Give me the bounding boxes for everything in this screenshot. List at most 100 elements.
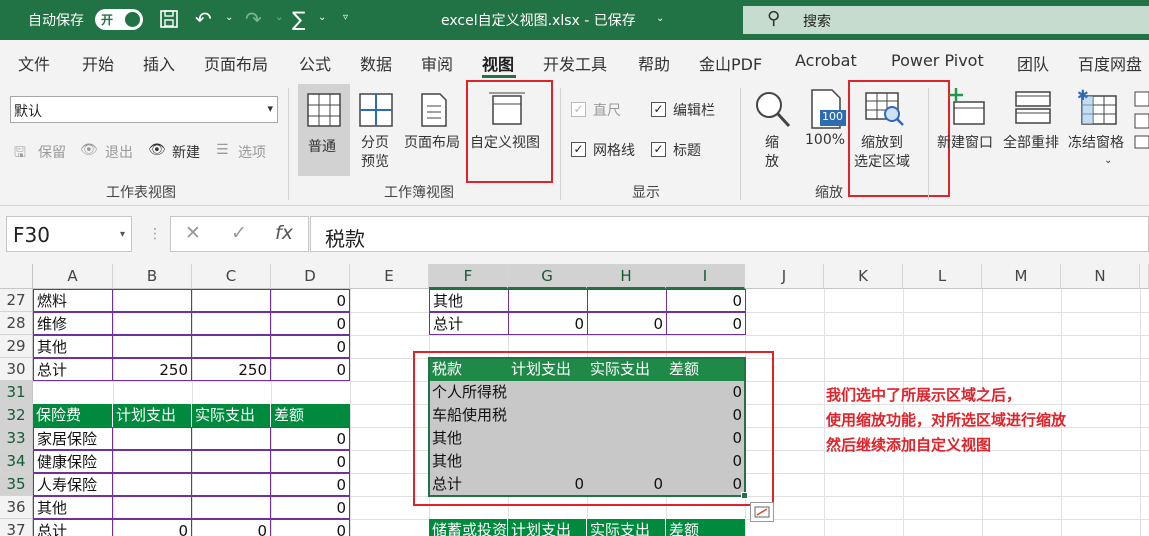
tab-file[interactable]: 文件 bbox=[18, 51, 50, 75]
cell-a27[interactable]: 燃料 bbox=[33, 289, 113, 312]
column-header-n[interactable]: N bbox=[1061, 264, 1140, 289]
zoom-label-2[interactable]: 放 bbox=[765, 151, 779, 171]
spreadsheet-grid[interactable]: A B C D E F G H I J K L M N 27 28 29 30 … bbox=[0, 264, 1149, 536]
cell-g37[interactable]: 计划支出 bbox=[508, 519, 587, 536]
cell-c34[interactable] bbox=[191, 450, 271, 473]
cell-b32[interactable]: 计划支出 bbox=[113, 404, 192, 427]
tab-data[interactable]: 数据 bbox=[360, 51, 392, 75]
undo-icon[interactable]: ↶ bbox=[195, 8, 212, 30]
row-header-29[interactable]: 29 bbox=[0, 335, 33, 358]
column-header-j[interactable]: J bbox=[745, 264, 824, 289]
page-layout-icon[interactable] bbox=[418, 92, 450, 128]
freeze-panes-dropdown-icon[interactable]: ⌄ bbox=[1104, 155, 1112, 166]
formula-bar-checkbox[interactable]: ✓ bbox=[651, 102, 666, 117]
keep-view-button[interactable]: 保留 bbox=[38, 142, 66, 162]
autosum-icon[interactable]: ∑ bbox=[292, 8, 305, 30]
exit-view-button[interactable]: 退出 bbox=[105, 142, 133, 162]
cell-h27[interactable] bbox=[587, 289, 667, 312]
row-header-30[interactable]: 30 bbox=[0, 358, 33, 381]
page-break-label-1[interactable]: 分页 bbox=[361, 132, 389, 152]
cell-d27[interactable]: 0 bbox=[270, 289, 350, 312]
tab-kingsoft-pdf[interactable]: 金山PDF bbox=[699, 51, 762, 75]
search-box[interactable]: ⚲ 搜索 bbox=[743, 6, 1149, 34]
cell-i28[interactable]: 0 bbox=[666, 312, 746, 335]
row-header-27[interactable]: 27 bbox=[0, 289, 33, 312]
cell-b33[interactable] bbox=[112, 427, 192, 450]
cell-b34[interactable] bbox=[112, 450, 192, 473]
cell-c27[interactable] bbox=[191, 289, 271, 312]
new-view-button[interactable]: 新建 bbox=[172, 142, 200, 162]
zoom-icon[interactable] bbox=[752, 88, 792, 132]
tab-view[interactable]: 视图 bbox=[482, 51, 514, 75]
cell-i37[interactable]: 差额 bbox=[666, 519, 745, 536]
tab-review[interactable]: 审阅 bbox=[421, 51, 453, 75]
cell-a33[interactable]: 家居保险 bbox=[33, 427, 113, 450]
redo-dropdown-icon[interactable]: ⌄ bbox=[275, 12, 283, 23]
zoom-100-button[interactable]: 100% bbox=[805, 132, 845, 148]
name-box[interactable]: F30 ▾ bbox=[6, 216, 132, 252]
column-header-l[interactable]: L bbox=[903, 264, 982, 289]
cell-d34[interactable]: 0 bbox=[270, 450, 350, 473]
cell-a34[interactable]: 健康保险 bbox=[33, 450, 113, 473]
page-break-label-2[interactable]: 预览 bbox=[361, 151, 389, 171]
cell-c28[interactable] bbox=[191, 312, 271, 335]
cell-c33[interactable] bbox=[191, 427, 271, 450]
window-more-icon[interactable] bbox=[1133, 90, 1149, 150]
view-options-button[interactable]: 选项 bbox=[238, 142, 266, 162]
cell-c35[interactable] bbox=[191, 473, 271, 496]
tab-page-layout[interactable]: 页面布局 bbox=[204, 51, 268, 75]
ruler-checkbox[interactable]: ✓ bbox=[571, 102, 586, 117]
normal-view-button[interactable]: 普通 bbox=[298, 84, 350, 176]
cell-b35[interactable] bbox=[112, 473, 192, 496]
redo-icon[interactable]: ↷ bbox=[245, 8, 262, 30]
formula-input[interactable]: 税款 bbox=[310, 216, 1149, 252]
row-header-33[interactable]: 33 bbox=[0, 427, 33, 450]
cell-f27[interactable]: 其他 bbox=[429, 289, 509, 312]
tab-home[interactable]: 开始 bbox=[82, 51, 114, 75]
cell-a29[interactable]: 其他 bbox=[33, 335, 113, 358]
column-header-o[interactable] bbox=[1140, 264, 1149, 289]
cell-a36[interactable]: 其他 bbox=[33, 496, 113, 519]
select-all-corner[interactable] bbox=[0, 264, 33, 289]
customize-toolbar-icon[interactable]: ▿ bbox=[343, 12, 348, 23]
cell-c36[interactable] bbox=[191, 496, 271, 519]
tab-power-pivot[interactable]: Power Pivot bbox=[891, 51, 984, 70]
cell-g28[interactable]: 0 bbox=[508, 312, 588, 335]
cell-f37[interactable]: 储蓄或投资 bbox=[429, 519, 508, 536]
column-header-e[interactable]: E bbox=[350, 264, 429, 289]
cell-b28[interactable] bbox=[112, 312, 192, 335]
cell-a35[interactable]: 人寿保险 bbox=[33, 473, 113, 496]
cell-b27[interactable] bbox=[112, 289, 192, 312]
cell-c29[interactable] bbox=[191, 335, 271, 358]
column-header-c[interactable]: C bbox=[192, 264, 271, 289]
new-window-icon[interactable] bbox=[948, 88, 988, 128]
cell-d32[interactable]: 差额 bbox=[271, 404, 350, 427]
cell-b30[interactable]: 250 bbox=[112, 358, 192, 381]
arrange-all-icon[interactable] bbox=[1014, 90, 1052, 126]
sheet-view-dropdown[interactable]: 默认 ▾ bbox=[10, 96, 278, 123]
gridlines-checkbox[interactable]: ✓ bbox=[571, 142, 586, 157]
cell-c30[interactable]: 250 bbox=[191, 358, 271, 381]
row-header-32[interactable]: 32 bbox=[0, 404, 33, 427]
cell-b37[interactable]: 0 bbox=[112, 519, 192, 536]
insert-function-icon[interactable]: fx bbox=[275, 222, 293, 244]
tab-acrobat[interactable]: Acrobat bbox=[795, 51, 857, 70]
cell-d36[interactable]: 0 bbox=[270, 496, 350, 519]
row-header-37[interactable]: 37 bbox=[0, 519, 33, 536]
cell-a32[interactable]: 保险费 bbox=[33, 404, 113, 427]
cell-d33[interactable]: 0 bbox=[270, 427, 350, 450]
formula-bar-resize-icon[interactable]: ⋮ bbox=[148, 226, 162, 242]
column-header-d[interactable]: D bbox=[271, 264, 350, 289]
arrange-all-button[interactable]: 全部重排 bbox=[1003, 132, 1059, 152]
tab-developer[interactable]: 开发工具 bbox=[543, 51, 607, 75]
new-window-button[interactable]: 新建窗口 bbox=[937, 132, 993, 152]
page-layout-button[interactable]: 页面布局 bbox=[404, 132, 460, 152]
cell-f28[interactable]: 总计 bbox=[429, 312, 509, 335]
tab-formulas[interactable]: 公式 bbox=[299, 51, 331, 75]
cell-d35[interactable]: 0 bbox=[270, 473, 350, 496]
headings-checkbox[interactable]: ✓ bbox=[651, 142, 666, 157]
zoom-100-icon[interactable] bbox=[808, 88, 846, 130]
column-header-b[interactable]: B bbox=[113, 264, 192, 289]
cell-h37[interactable]: 实际支出 bbox=[587, 519, 666, 536]
column-header-a[interactable]: A bbox=[33, 264, 113, 289]
